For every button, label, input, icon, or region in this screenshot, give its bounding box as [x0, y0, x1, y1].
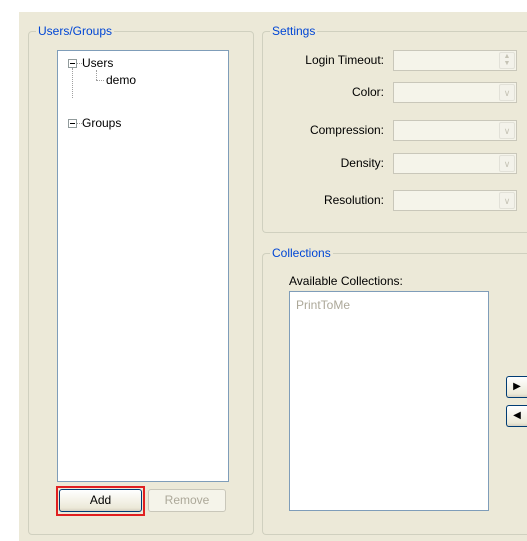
collections-title: Collections: [270, 246, 333, 260]
spin-up-down-icon[interactable]: ▲ ▼: [499, 52, 515, 69]
dialog-window: Users/Groups Users demo Groups Add Remov…: [0, 0, 527, 541]
available-collections-list[interactable]: PrintToMe: [289, 291, 489, 511]
density-label: Density:: [340, 156, 384, 170]
available-collections-label: Available Collections:: [289, 274, 403, 288]
users-groups-tree[interactable]: Users demo Groups: [57, 50, 229, 482]
remove-button[interactable]: Remove: [148, 489, 226, 512]
compression-label: Compression:: [309, 123, 384, 137]
arrow-left-icon: ◀: [513, 410, 521, 421]
move-right-button[interactable]: ▶: [506, 376, 527, 398]
users-collapse-icon[interactable]: [68, 59, 77, 68]
settings-title: Settings: [270, 24, 318, 38]
users-groups-title: Users/Groups: [36, 24, 115, 38]
groups-collapse-icon[interactable]: [68, 119, 77, 128]
login-timeout-spinner[interactable]: ▲ ▼: [393, 50, 517, 71]
add-button-highlight: [56, 486, 145, 516]
list-item[interactable]: PrintToMe: [296, 298, 350, 312]
arrow-right-icon: ▶: [513, 381, 521, 392]
tree-node-groups[interactable]: Groups: [82, 115, 121, 131]
resolution-select[interactable]: ∨: [393, 190, 517, 211]
move-left-button[interactable]: ◀: [506, 405, 527, 427]
compression-select[interactable]: ∨: [393, 120, 517, 141]
tree-connector: [96, 70, 97, 80]
chevron-down-icon[interactable]: ∨: [499, 122, 515, 139]
color-label: Color:: [351, 85, 384, 99]
login-timeout-label: Login Timeout:: [305, 53, 384, 67]
tree-node-users[interactable]: Users: [82, 55, 113, 71]
tree-connector: [72, 68, 73, 98]
chevron-down-icon[interactable]: ∨: [499, 84, 515, 101]
density-select[interactable]: ∨: [393, 153, 517, 174]
chevron-down-icon[interactable]: ∨: [499, 192, 515, 209]
chevron-down-icon[interactable]: ∨: [499, 155, 515, 172]
resolution-label: Resolution:: [323, 193, 384, 207]
color-select[interactable]: ∨: [393, 82, 517, 103]
tree-node-user-demo[interactable]: demo: [106, 72, 136, 88]
tree-connector: [96, 80, 104, 81]
